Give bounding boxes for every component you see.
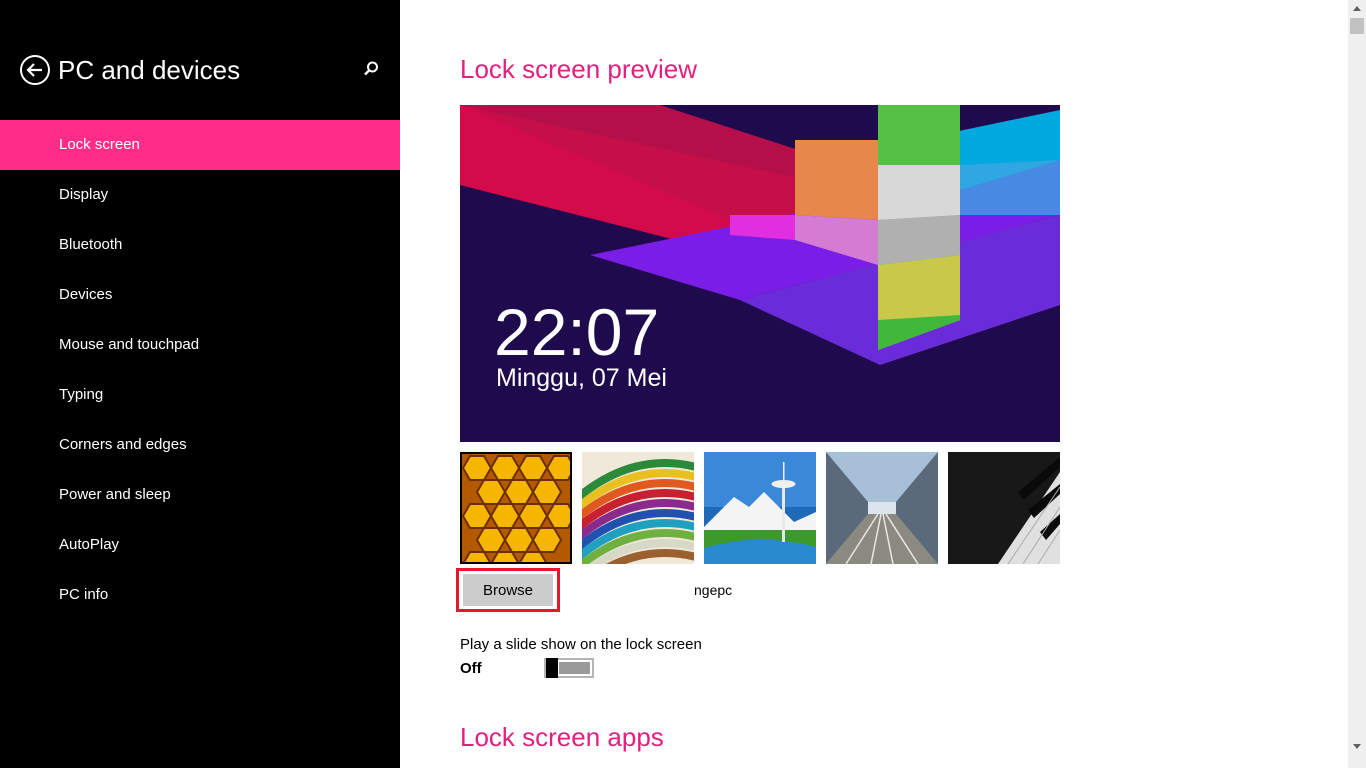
background-thumbnails: [460, 452, 1060, 564]
scrollbar-thumb[interactable]: [1350, 18, 1364, 34]
sidebar-item-typing[interactable]: Typing: [0, 370, 400, 420]
scroll-down-button[interactable]: [1348, 738, 1366, 756]
sidebar-item-autoplay[interactable]: AutoPlay: [0, 520, 400, 570]
chevron-up-icon: [1353, 6, 1361, 11]
thumbnail-colored-pencils[interactable]: [582, 452, 694, 564]
sidebar-item-bluetooth[interactable]: Bluetooth: [0, 220, 400, 270]
sidebar-item-power-and-sleep[interactable]: Power and sleep: [0, 470, 400, 520]
slideshow-toggle-state: Off: [460, 660, 482, 677]
sidebar-item-display[interactable]: Display: [0, 170, 400, 220]
sidebar-header: PC and devices: [20, 52, 380, 88]
user-label: ngepc: [694, 582, 733, 598]
browse-highlight: Browse: [456, 568, 560, 612]
slideshow-toggle[interactable]: [544, 658, 594, 678]
main-content: Lock screen preview 22:07 Minggu, 07 Mei: [400, 0, 1348, 768]
search-button[interactable]: [362, 60, 382, 80]
toggle-knob[interactable]: [546, 658, 558, 678]
sidebar-item-devices[interactable]: Devices: [0, 270, 400, 320]
toggle-track: [559, 662, 590, 674]
preview-clock: 22:07: [494, 295, 660, 369]
apps-title: Lock screen apps: [460, 722, 664, 752]
search-icon: [364, 61, 378, 76]
thumbnail-monorail[interactable]: [826, 452, 938, 564]
preview-date: Minggu, 07 Mei: [496, 364, 667, 392]
back-arrow-icon: [26, 63, 42, 77]
thumbnail-honeycomb[interactable]: [460, 452, 572, 564]
back-button[interactable]: [20, 55, 50, 85]
scrollbar[interactable]: [1348, 0, 1366, 768]
sidebar-nav: Lock screen Display Bluetooth Devices Mo…: [0, 120, 400, 620]
browse-button[interactable]: Browse: [463, 574, 553, 606]
thumbnail-piano-keys[interactable]: [948, 452, 1060, 564]
sidebar-item-mouse-and-touchpad[interactable]: Mouse and touchpad: [0, 320, 400, 370]
chevron-down-icon: [1353, 744, 1361, 749]
slideshow-label: Play a slide show on the lock screen: [460, 636, 702, 653]
sidebar: PC and devices Lock screen Display Bluet…: [0, 0, 400, 768]
lock-screen-preview: 22:07 Minggu, 07 Mei: [460, 105, 1060, 442]
scroll-up-button[interactable]: [1348, 0, 1366, 18]
sidebar-item-pc-info[interactable]: PC info: [0, 570, 400, 620]
sidebar-item-lock-screen[interactable]: Lock screen: [0, 120, 400, 170]
preview-title: Lock screen preview: [460, 54, 697, 84]
thumbnail-space-needle[interactable]: [704, 452, 816, 564]
sidebar-title: PC and devices: [58, 55, 241, 85]
sidebar-item-corners-and-edges[interactable]: Corners and edges: [0, 420, 400, 470]
